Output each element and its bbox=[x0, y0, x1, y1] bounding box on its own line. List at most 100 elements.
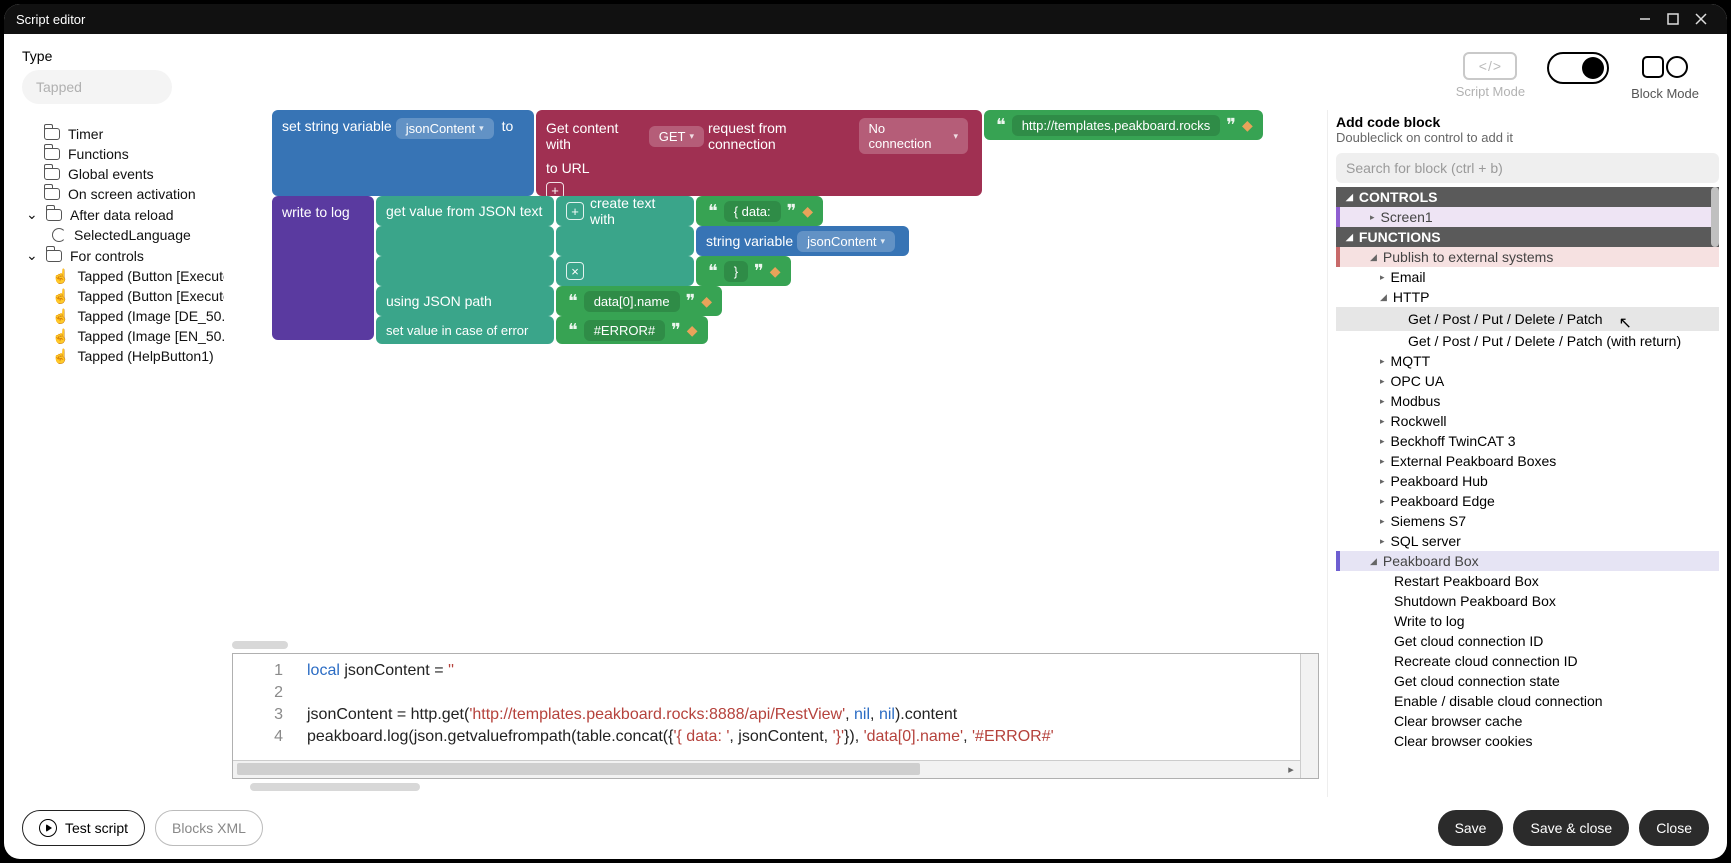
palette-item[interactable]: ▸SQL server bbox=[1336, 531, 1719, 551]
tree-item[interactable]: Global events bbox=[44, 164, 224, 184]
pane-resize-handle[interactable] bbox=[232, 641, 288, 649]
method-dropdown[interactable]: GET▾ bbox=[649, 126, 704, 147]
add-row-button[interactable]: + bbox=[566, 202, 584, 220]
palette-item-publish[interactable]: ◢Publish to external systems bbox=[1336, 247, 1719, 267]
save-close-button[interactable]: Save & close bbox=[1513, 810, 1629, 846]
palette-item[interactable]: ▸Beckhoff TwinCAT 3 bbox=[1336, 431, 1719, 451]
palette-item[interactable]: ▸Peakboard Edge bbox=[1336, 491, 1719, 511]
palette-item[interactable]: ▸Rockwell bbox=[1336, 411, 1719, 431]
palette-item[interactable]: Get cloud connection state bbox=[1336, 671, 1719, 691]
script-editor-window: Script editor Type Tapped </> Script Mod… bbox=[4, 4, 1727, 859]
text-input[interactable]: } bbox=[724, 261, 748, 282]
block-canvas[interactable]: set string variable jsonContent▾ to Get … bbox=[232, 110, 1327, 797]
block-error-label[interactable]: set value in case of error bbox=[376, 316, 554, 344]
tree-item[interactable]: Functions bbox=[44, 144, 224, 164]
palette-item[interactable]: Restart Peakboard Box bbox=[1336, 571, 1719, 591]
palette-item[interactable]: Get cloud connection ID bbox=[1336, 631, 1719, 651]
block-write-log[interactable]: write to log bbox=[272, 196, 374, 340]
text-input[interactable]: #ERROR# bbox=[584, 320, 665, 341]
text-input[interactable]: { data: bbox=[724, 201, 781, 222]
palette-search[interactable]: Search for block (ctrl + b) bbox=[1336, 153, 1719, 183]
outer-h-scroll[interactable] bbox=[232, 783, 1327, 797]
folder-icon bbox=[46, 209, 62, 221]
block-get-json-body[interactable] bbox=[376, 256, 554, 286]
block-get-json-body[interactable] bbox=[376, 226, 554, 256]
palette-item-http-return[interactable]: Get / Post / Put / Delete / Patch (with … bbox=[1336, 331, 1719, 351]
blocks-xml-button[interactable]: Blocks XML bbox=[155, 810, 263, 846]
palette-item[interactable]: Shutdown Peakboard Box bbox=[1336, 591, 1719, 611]
block-create-text-body[interactable] bbox=[556, 226, 694, 256]
palette-item[interactable]: ▸Peakboard Hub bbox=[1336, 471, 1719, 491]
palette-item-screen1[interactable]: ▸Screen1 bbox=[1336, 207, 1719, 227]
block-json-path-label[interactable]: using JSON path bbox=[376, 286, 554, 316]
type-input[interactable]: Tapped bbox=[22, 70, 172, 104]
palette-item[interactable]: ▸Siemens S7 bbox=[1336, 511, 1719, 531]
palette-item[interactable]: ▸External Peakboard Boxes bbox=[1336, 451, 1719, 471]
script-mode-button[interactable]: </> Script Mode bbox=[1456, 52, 1525, 99]
tree-item[interactable]: ☝Tapped (Image [EN_50.p bbox=[44, 326, 224, 346]
palette-item[interactable]: Recreate cloud connection ID bbox=[1336, 651, 1719, 671]
palette-item[interactable]: ▸MQTT bbox=[1336, 351, 1719, 371]
test-script-button[interactable]: Test script bbox=[22, 810, 145, 846]
palette-item-peakboard-box[interactable]: ◢Peakboard Box bbox=[1336, 551, 1719, 571]
block-text-literal[interactable]: ❝ { data: ❞ ◆ bbox=[696, 196, 823, 226]
block-text-literal[interactable]: ❝ } ❞ ◆ bbox=[696, 256, 791, 286]
block-create-text[interactable]: + create text with bbox=[556, 196, 694, 226]
tree-item-selected-language[interactable]: SelectedLanguage bbox=[44, 225, 224, 245]
block-set-variable[interactable]: set string variable jsonContent▾ to bbox=[272, 110, 534, 196]
maximize-button[interactable] bbox=[1659, 5, 1687, 33]
close-button[interactable]: Close bbox=[1639, 810, 1709, 846]
block-mode-button[interactable]: Block Mode bbox=[1631, 52, 1699, 101]
palette-scrollbar[interactable] bbox=[1711, 187, 1719, 247]
palette-item-http-basic[interactable]: Get / Post / Put / Delete / Patch ↖ bbox=[1336, 307, 1719, 331]
block-create-text-body[interactable]: × bbox=[556, 256, 694, 286]
code-preview[interactable]: 1234 local jsonContent = '' jsonContent … bbox=[232, 653, 1319, 779]
folder-icon bbox=[44, 188, 60, 200]
palette-item-http[interactable]: ◢HTTP bbox=[1336, 287, 1719, 307]
text-input[interactable]: data[0].name bbox=[584, 291, 680, 312]
tree-item[interactable]: ☝Tapped (Image [DE_50.p bbox=[44, 306, 224, 326]
palette-item[interactable]: ▸Modbus bbox=[1336, 391, 1719, 411]
cursor-icon: ↖ bbox=[1619, 313, 1632, 333]
topbar: Type Tapped </> Script Mode Block Mode bbox=[4, 34, 1727, 110]
palette-item[interactable]: ▸OPC UA bbox=[1336, 371, 1719, 391]
block-text-literal[interactable]: ❝ #ERROR# ❞ ◆ bbox=[556, 316, 708, 344]
palette-section-functions[interactable]: ◢FUNCTIONS bbox=[1336, 227, 1719, 247]
block-palette: Add code block Doubleclick on control to… bbox=[1327, 110, 1727, 797]
tree-item[interactable]: ☝Tapped (Button [Execute bbox=[44, 266, 224, 286]
tree-item[interactable]: On screen activation bbox=[44, 184, 224, 204]
hand-icon: ☝ bbox=[52, 309, 69, 323]
save-button[interactable]: Save bbox=[1438, 810, 1504, 846]
tree-item-after-reload[interactable]: ⌄After data reload bbox=[26, 204, 224, 225]
block-get-json[interactable]: get value from JSON text bbox=[376, 196, 554, 226]
palette-item[interactable]: Clear browser cookies bbox=[1336, 731, 1719, 751]
palette-item[interactable]: Enable / disable cloud connection bbox=[1336, 691, 1719, 711]
scrollbar-horizontal[interactable]: ◂ ▸ bbox=[233, 760, 1300, 778]
tree-item[interactable]: ☝Tapped (HelpButton1) bbox=[44, 346, 224, 366]
type-label: Type bbox=[22, 48, 222, 64]
tree-item[interactable]: ☝Tapped (Button [Execute bbox=[44, 286, 224, 306]
block-text-literal[interactable]: ❝ data[0].name ❞ ◆ bbox=[556, 286, 722, 316]
titlebar: Script editor bbox=[4, 4, 1727, 34]
footer: Test script Blocks XML Save Save & close… bbox=[4, 797, 1727, 859]
minimize-button[interactable] bbox=[1631, 5, 1659, 33]
block-url-literal[interactable]: ❝ http://templates.peakboard.rocks ❞ ◆ bbox=[984, 110, 1263, 140]
block-string-variable[interactable]: string variable jsonContent▾ bbox=[696, 226, 909, 256]
url-input[interactable]: http://templates.peakboard.rocks bbox=[1012, 115, 1221, 136]
palette-item[interactable]: ▸Email bbox=[1336, 267, 1719, 287]
scrollbar-vertical[interactable] bbox=[1300, 654, 1318, 778]
block-http-get[interactable]: Get content with GET▾ request from conne… bbox=[536, 110, 982, 196]
connection-dropdown[interactable]: No connection▾ bbox=[859, 118, 968, 154]
remove-row-button[interactable]: × bbox=[566, 262, 584, 280]
folder-icon bbox=[44, 128, 60, 140]
variable-dropdown[interactable]: jsonContent▾ bbox=[396, 118, 494, 139]
palette-item[interactable]: Write to log bbox=[1336, 611, 1719, 631]
tree-item-for-controls[interactable]: ⌄For controls bbox=[26, 245, 224, 266]
palette-item[interactable]: Clear browser cache bbox=[1336, 711, 1719, 731]
hand-icon: ☝ bbox=[52, 269, 69, 283]
tree-item[interactable]: Timer bbox=[44, 124, 224, 144]
mode-toggle[interactable] bbox=[1547, 52, 1609, 84]
close-window-button[interactable] bbox=[1687, 5, 1715, 33]
variable-dropdown[interactable]: jsonContent▾ bbox=[797, 231, 895, 252]
palette-section-controls[interactable]: ◢CONTROLS bbox=[1336, 187, 1719, 207]
